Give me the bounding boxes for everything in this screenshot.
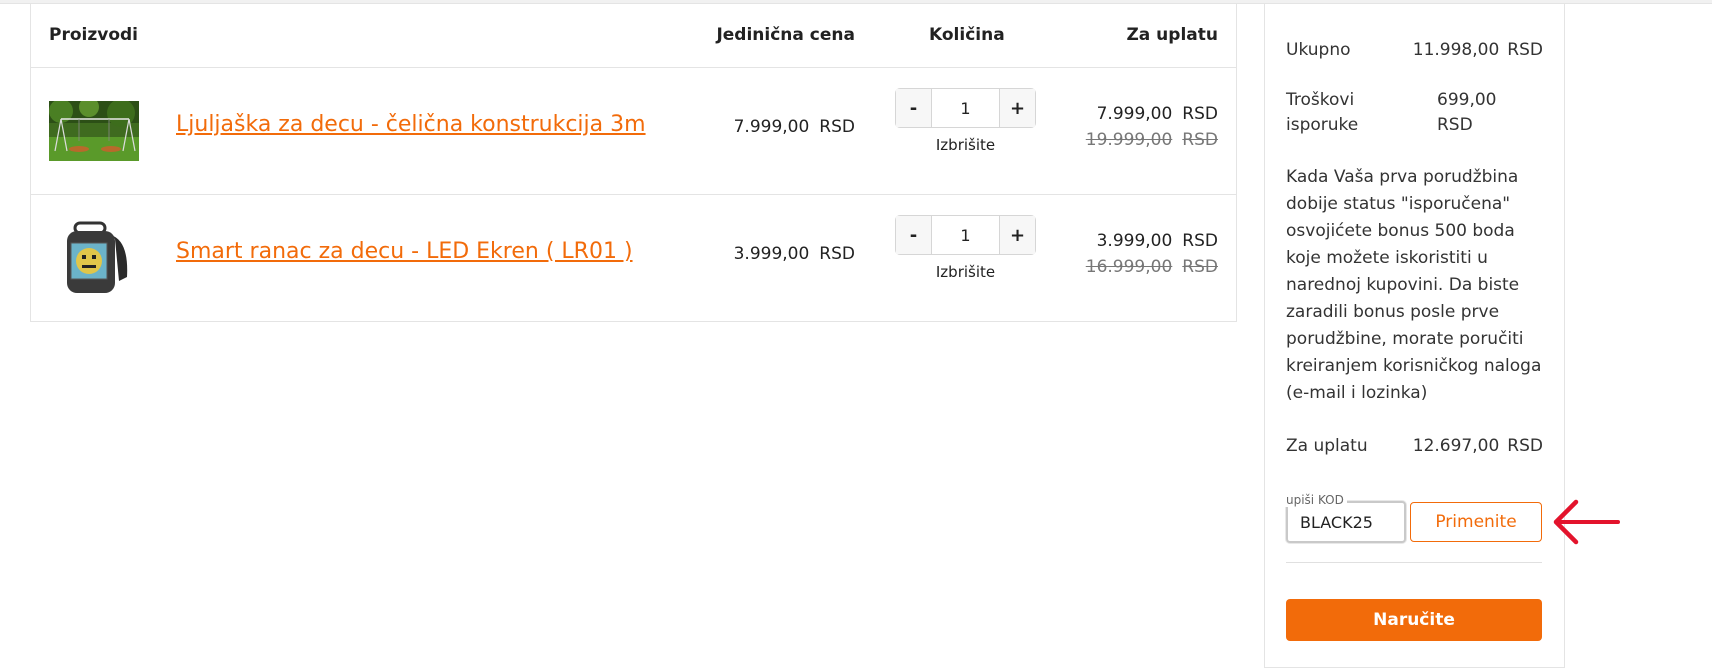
backpack-product-image[interactable]	[49, 219, 139, 297]
pay-currency: RSD	[1507, 436, 1543, 456]
delete-item-link[interactable]: Izbrišite	[895, 263, 1036, 281]
apply-coupon-button[interactable]: Primenite	[1410, 502, 1542, 542]
unit-price: 7.999,00 RSD	[734, 117, 855, 137]
increase-quantity-button[interactable]: +	[999, 89, 1035, 127]
coupon-code-input[interactable]	[1300, 513, 1400, 532]
item-total: 3.999,00 RSD 16.999,00 RSD	[1086, 231, 1218, 277]
cart-row: Ljuljaška za decu - čelična konstrukcija…	[31, 68, 1236, 195]
swing-product-image[interactable]	[49, 101, 139, 161]
header-quantity: Količina	[929, 25, 1005, 45]
summary-divider	[1286, 562, 1542, 563]
item-price: 3.999,00	[1096, 231, 1173, 251]
unit-price-currency: RSD	[819, 244, 855, 264]
cart-table: Proizvodi Jedinična cena Količina Za upl…	[30, 4, 1237, 322]
pay-value: 12.697,00 RSD	[1413, 436, 1543, 456]
shipping-label-line2: isporuke	[1286, 115, 1359, 135]
item-price: 7.999,00	[1096, 104, 1173, 124]
decrease-quantity-button[interactable]: -	[896, 216, 932, 254]
total-currency: RSD	[1507, 40, 1543, 60]
place-order-button[interactable]: Naručite	[1286, 599, 1542, 641]
shipping-label: Troškovi	[1286, 90, 1355, 110]
shipping-amount: 699,00	[1437, 90, 1497, 110]
shipping-currency: RSD	[1437, 115, 1473, 135]
item-price-currency: RSD	[1182, 104, 1218, 124]
quantity-stepper: - 1 +	[895, 88, 1036, 128]
unit-price-currency: RSD	[819, 117, 855, 137]
item-total: 7.999,00 RSD 19.999,00 RSD	[1086, 104, 1218, 150]
product-name-link[interactable]: Ljuljaška za decu - čelična konstrukcija…	[176, 112, 646, 137]
delete-item-link[interactable]: Izbrišite	[895, 136, 1036, 154]
coupon-code-field[interactable]	[1286, 501, 1406, 543]
header-unit-price: Jedinična cena	[716, 25, 855, 45]
cart-header: Proizvodi Jedinična cena Količina Za upl…	[31, 4, 1236, 68]
quantity-stepper: - 1 +	[895, 215, 1036, 255]
item-old-price-currency: RSD	[1182, 130, 1218, 150]
increase-quantity-button[interactable]: +	[999, 216, 1035, 254]
pay-label: Za uplatu	[1286, 436, 1368, 456]
total-label: Ukupno	[1286, 40, 1351, 60]
quantity-input[interactable]: 1	[932, 216, 999, 254]
item-old-price: 16.999,00	[1085, 257, 1173, 277]
unit-price-value: 7.999,00	[733, 117, 810, 137]
cart-row: Smart ranac za decu - LED Ekren ( LR01 )…	[31, 195, 1236, 322]
order-summary: Ukupno 11.998,00 RSD Troškovi isporuke 69…	[1264, 4, 1565, 668]
bonus-info-text: Kada Vaša prva porudžbina dobije status …	[1286, 167, 1542, 403]
header-to-pay: Za uplatu	[1126, 25, 1218, 45]
header-products: Proizvodi	[49, 25, 139, 45]
decrease-quantity-button[interactable]: -	[896, 89, 932, 127]
quantity-input[interactable]: 1	[932, 89, 999, 127]
pay-amount: 12.697,00	[1412, 436, 1500, 456]
unit-price-value: 3.999,00	[733, 244, 810, 264]
item-old-price: 19.999,00	[1085, 130, 1173, 150]
left-arrow-icon	[1553, 499, 1620, 545]
unit-price: 3.999,00 RSD	[734, 244, 855, 264]
product-name-link[interactable]: Smart ranac za decu - LED Ekren ( LR01 )	[176, 239, 633, 264]
coupon-code-label: upiši KOD	[1283, 493, 1347, 507]
item-old-price-currency: RSD	[1182, 257, 1218, 277]
total-amount: 11.998,00	[1412, 40, 1500, 60]
total-value: 11.998,00 RSD	[1413, 40, 1543, 60]
item-price-currency: RSD	[1182, 231, 1218, 251]
